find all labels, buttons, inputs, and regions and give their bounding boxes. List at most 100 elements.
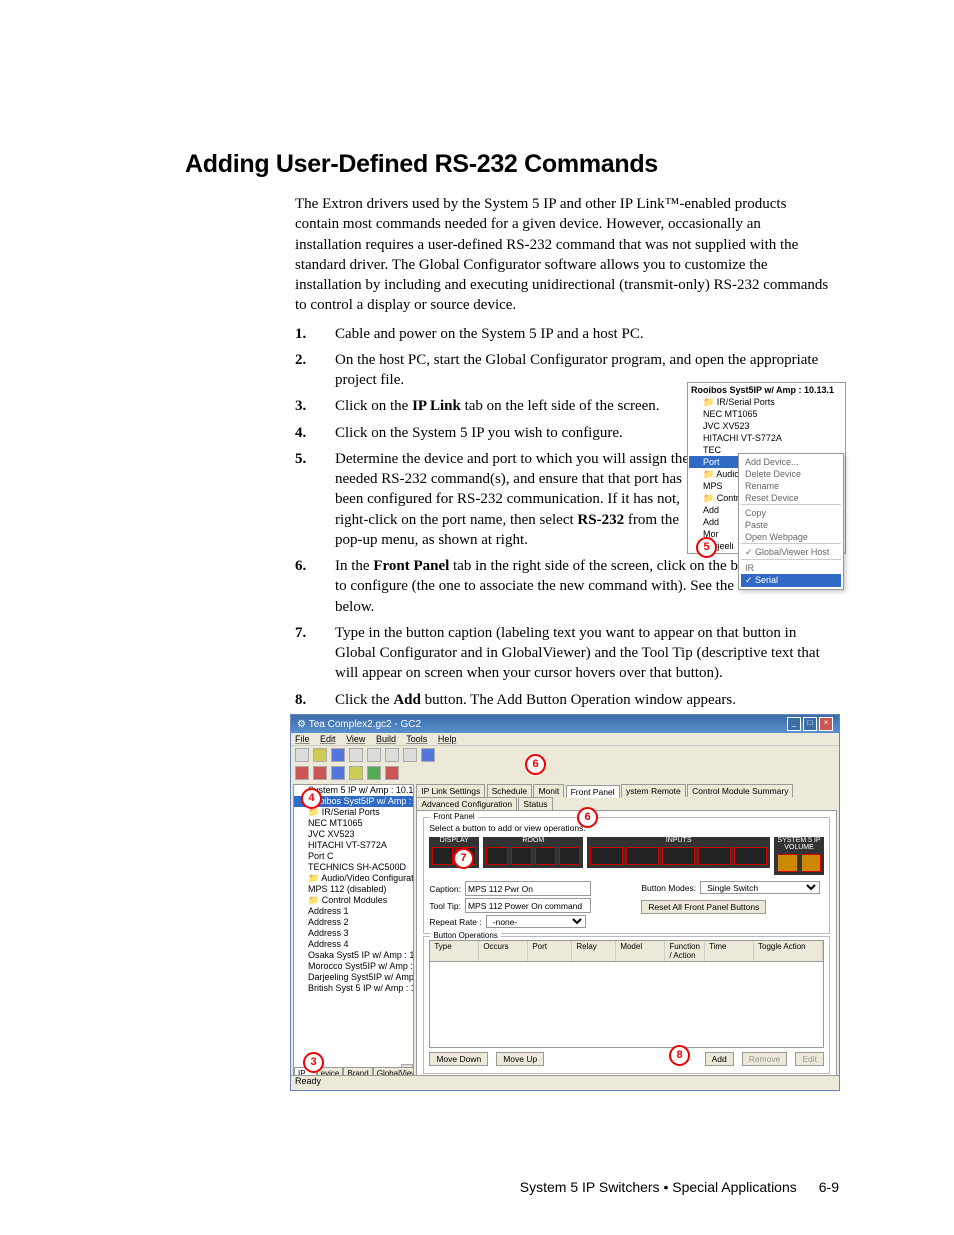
panel-btn[interactable] — [590, 847, 623, 865]
panel-btn[interactable] — [486, 847, 507, 865]
step-num: 8. — [295, 690, 335, 710]
tree-folder[interactable]: 📁 Audio/Video Configuration — [294, 873, 413, 884]
move-up-button[interactable]: Move Up — [496, 1052, 544, 1066]
toolbar-icon[interactable] — [367, 748, 381, 762]
tree-device[interactable]: JVC XV523 — [294, 829, 413, 840]
remove-button[interactable]: Remove — [742, 1052, 788, 1066]
callout-7: 7 — [453, 848, 474, 869]
edit-button[interactable]: Edit — [795, 1052, 824, 1066]
panel-btn[interactable] — [535, 847, 556, 865]
tree-device[interactable]: Port C — [294, 851, 413, 862]
step-num: 2. — [295, 350, 335, 391]
reset-all-button[interactable]: Reset All Front Panel Buttons — [641, 900, 766, 914]
menu-tools[interactable]: Tools — [406, 734, 427, 744]
toolbar-icon[interactable] — [349, 766, 363, 780]
tree-device[interactable]: TECHNICS SH-AC500D — [294, 862, 413, 873]
panel-btn[interactable] — [511, 847, 532, 865]
menu-view[interactable]: View — [346, 734, 365, 744]
tab-schedule[interactable]: Schedule — [487, 784, 532, 797]
close-button[interactable]: × — [819, 717, 833, 731]
vol-up-button[interactable] — [777, 854, 798, 872]
toolbar-icon[interactable] — [295, 748, 309, 762]
add-button[interactable]: Add — [705, 1052, 734, 1066]
toolbar-icon[interactable] — [295, 766, 309, 780]
menu-globalviewer-host[interactable]: ✓ GlobalViewer Host — [741, 546, 841, 559]
button-modes-select[interactable]: Single Switch — [700, 881, 820, 894]
instruction-text: Select a button to add or view operation… — [429, 823, 824, 833]
tab-control-module-summary[interactable]: Control Module Summary — [687, 784, 793, 797]
menu-delete-device[interactable]: Delete Device — [741, 468, 841, 480]
toolbar-icon[interactable] — [313, 766, 327, 780]
step-body: Click on the System 5 IP you wish to con… — [335, 423, 692, 443]
panel-btn[interactable] — [626, 847, 659, 865]
step-num: 6. — [295, 556, 335, 617]
tree-item[interactable]: Darjeeling Syst5IP w/ Amp : 10.13.199.2 — [294, 972, 413, 983]
menu-file[interactable]: File — [295, 734, 310, 744]
tree-item[interactable]: British Syst 5 IP w/ Amp : 10.13.199.221 — [294, 983, 413, 994]
tree-address[interactable]: Address 4 — [294, 939, 413, 950]
menu-ir[interactable]: IR — [741, 562, 841, 574]
tab-front-panel[interactable]: Front Panel — [566, 785, 620, 798]
tab-system-remote[interactable]: ystem Remote — [621, 784, 686, 797]
menu-reset-device[interactable]: Reset Device — [741, 492, 841, 504]
toolbar-icon[interactable] — [421, 748, 435, 762]
tree-device[interactable]: NEC MT1065 — [294, 818, 413, 829]
toolbar-icon[interactable] — [331, 748, 345, 762]
device-item[interactable]: NEC MT1065 — [689, 408, 844, 420]
panel-btn[interactable] — [698, 847, 731, 865]
menu-paste[interactable]: Paste — [741, 519, 841, 531]
maximize-button[interactable]: □ — [803, 717, 817, 731]
step-body: Determine the device and port to which y… — [335, 449, 692, 550]
device-item[interactable]: JVC XV523 — [689, 420, 844, 432]
vol-down-button[interactable] — [801, 854, 822, 872]
panel-btn-on[interactable] — [432, 847, 453, 865]
tree-item[interactable]: MPS 112 (disabled) — [294, 884, 413, 895]
tab-status[interactable]: Status — [518, 797, 552, 810]
menu-build[interactable]: Build — [376, 734, 396, 744]
menu-rename[interactable]: Rename — [741, 480, 841, 492]
menu-serial[interactable]: ✓ Serial — [741, 574, 841, 587]
menu-add-device[interactable]: Add Device... — [741, 456, 841, 468]
tab-monitor[interactable]: Monit — [533, 784, 564, 797]
caption-input[interactable] — [465, 881, 591, 896]
tree-address[interactable]: Address 2 — [294, 917, 413, 928]
toolbar-icon[interactable] — [313, 748, 327, 762]
menu-open-webpage[interactable]: Open Webpage — [741, 531, 841, 543]
toolbar-icon[interactable] — [349, 748, 363, 762]
toolbar-1 — [291, 746, 839, 764]
tree-address[interactable]: Address 3 — [294, 928, 413, 939]
menu-edit[interactable]: Edit — [320, 734, 336, 744]
device-item[interactable]: HITACHI VT-S772A — [689, 432, 844, 444]
tooltip-input[interactable] — [465, 898, 591, 913]
operations-table-header: Type Occurs Port Relay Model Function / … — [429, 940, 824, 962]
minimize-button[interactable]: _ — [787, 717, 801, 731]
toolbar-icon[interactable] — [403, 748, 417, 762]
front-panel-legend: Front Panel — [430, 812, 477, 821]
tree-folder[interactable]: 📁 Control Modules — [294, 895, 413, 906]
folder-ir-serial[interactable]: 📁 IR/Serial Ports — [689, 396, 844, 408]
tree-device[interactable]: HITACHI VT-S772A — [294, 840, 413, 851]
step-body: Type in the button caption (labeling tex… — [335, 623, 839, 684]
tree-item[interactable]: Osaka Syst5 IP w/ Amp : 10.13.199.222 — [294, 950, 413, 961]
panel-btn[interactable] — [662, 847, 695, 865]
toolbar-icon[interactable] — [385, 748, 399, 762]
popup-figure: Rooibos Syst5IP w/ Amp : 10.13.1 📁 IR/Se… — [687, 382, 846, 554]
toolbar-icon[interactable] — [367, 766, 381, 780]
menu-help[interactable]: Help — [438, 734, 457, 744]
step-num: 3. — [295, 396, 335, 416]
callout-5: 5 — [696, 537, 717, 558]
tree-item[interactable]: Morocco Syst5IP w/ Amp : 10.13.199.22 — [294, 961, 413, 972]
tree-address[interactable]: Address 1 — [294, 906, 413, 917]
repeat-rate-select[interactable]: -none- — [486, 915, 586, 928]
screenshot: ⚙ Tea Complex2.gc2 - GC2 _ □ × File Edit… — [290, 714, 840, 1091]
tab-advanced-configuration[interactable]: Advanced Configuration — [416, 797, 517, 810]
left-tree: System 5 IP w/ Amp : 10.13.199.23 Rooibo… — [293, 784, 414, 1090]
toolbar-icon[interactable] — [385, 766, 399, 780]
move-down-button[interactable]: Move Down — [429, 1052, 488, 1066]
toolbar-icon[interactable] — [331, 766, 345, 780]
menu-copy[interactable]: Copy — [741, 507, 841, 519]
panel-btn[interactable] — [559, 847, 580, 865]
tab-ip-link-settings[interactable]: IP Link Settings — [416, 784, 485, 797]
callout-8: 8 — [669, 1045, 690, 1066]
panel-btn[interactable] — [734, 847, 767, 865]
